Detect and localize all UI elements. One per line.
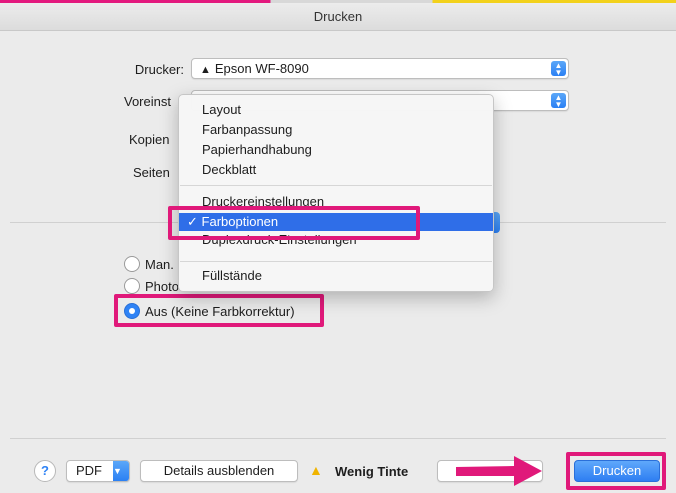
- radio-photo[interactable]: Photo: [124, 276, 179, 296]
- presets-label: Voreinst: [124, 94, 171, 109]
- warning-triangle-icon: ▲: [200, 64, 211, 76]
- highlight-color-options: [168, 206, 420, 240]
- copies-label: Kopien: [129, 132, 170, 147]
- help-button[interactable]: ?: [34, 460, 56, 482]
- radio-manual[interactable]: Man.: [124, 254, 174, 274]
- pages-label: Seiten: [133, 165, 170, 180]
- printer-popup[interactable]: ▲ Epson WF-8090 ▲ ▼: [191, 58, 569, 79]
- radio-button[interactable]: [124, 278, 140, 294]
- menu-item-layout[interactable]: Layout: [202, 101, 241, 119]
- pdf-label: PDF: [76, 463, 102, 478]
- printer-label: Drucker:: [134, 62, 184, 77]
- menu-item-ink-levels[interactable]: Füllstände: [202, 267, 262, 285]
- warning-icon: ▲: [309, 462, 323, 478]
- highlight-radio-off: [114, 294, 324, 327]
- menu-item-paper-handling[interactable]: Papierhandhabung: [202, 141, 312, 159]
- radio-photo-label: Photo: [145, 278, 179, 294]
- footer-separator: [10, 438, 666, 439]
- chevron-down-icon: ▼: [113, 461, 129, 481]
- low-ink-label: Wenig Tinte: [335, 464, 409, 479]
- hide-details-button[interactable]: Details ausblenden: [140, 460, 298, 482]
- chevron-updown-icon: ▲ ▼: [551, 61, 566, 77]
- menu-item-color-matching[interactable]: Farbanpassung: [202, 121, 292, 139]
- chevron-updown-icon: ▲ ▼: [551, 93, 566, 109]
- menu-separator: [180, 261, 492, 262]
- printer-value: Epson WF-8090: [214, 61, 309, 76]
- pane-popup-menu: Layout Farbanpassung Papierhandhabung De…: [178, 94, 494, 292]
- menu-separator: [180, 185, 492, 186]
- highlight-print-button: [566, 452, 666, 490]
- arrow-annotation-icon: [456, 456, 542, 486]
- radio-manual-label: Man.: [145, 256, 174, 272]
- window-title: Drucken: [0, 3, 676, 31]
- pdf-menu-button[interactable]: PDF ▼: [66, 460, 130, 482]
- menu-item-cover-page[interactable]: Deckblatt: [202, 161, 256, 179]
- radio-button[interactable]: [124, 256, 140, 272]
